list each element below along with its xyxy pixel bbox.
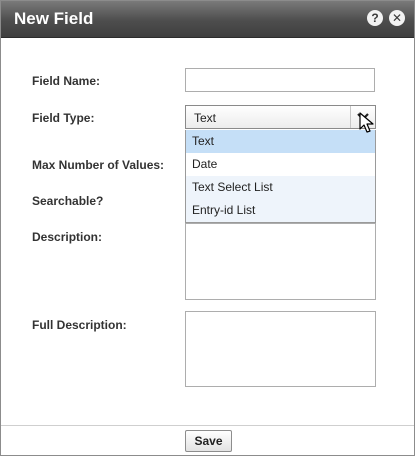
max-values-label: Max Number of Values: [32, 158, 165, 172]
save-button[interactable]: Save [185, 430, 232, 452]
field-type-label: Field Type: [32, 111, 95, 125]
full-description-label: Full Description: [32, 318, 127, 332]
dialog-title: New Field [14, 9, 94, 28]
close-icon[interactable]: ✕ [389, 10, 405, 26]
field-name-label: Field Name: [32, 74, 101, 88]
titlebar: New Field ? ✕ [1, 1, 414, 38]
option-entry-id-list[interactable]: Entry-id List [186, 199, 375, 222]
description-label: Description: [32, 230, 103, 244]
option-date[interactable]: Date [186, 153, 375, 176]
full-description-textarea[interactable] [185, 311, 376, 387]
option-text-select-list[interactable]: Text Select List [186, 176, 375, 199]
option-text[interactable]: Text [186, 130, 375, 153]
mouse-cursor-icon [359, 112, 374, 133]
field-name-input[interactable] [185, 68, 375, 92]
footer-divider [1, 425, 414, 426]
searchable-label: Searchable? [32, 194, 104, 208]
field-type-select[interactable]: Text [185, 105, 376, 129]
help-icon[interactable]: ? [367, 10, 383, 26]
description-textarea[interactable] [185, 223, 376, 300]
new-field-dialog: New Field ? ✕ Field Name: Field Type: Te… [0, 0, 415, 456]
field-type-dropdown-list: Text Date Text Select List Entry-id List [185, 130, 376, 223]
field-type-selected-value: Text [194, 111, 217, 125]
